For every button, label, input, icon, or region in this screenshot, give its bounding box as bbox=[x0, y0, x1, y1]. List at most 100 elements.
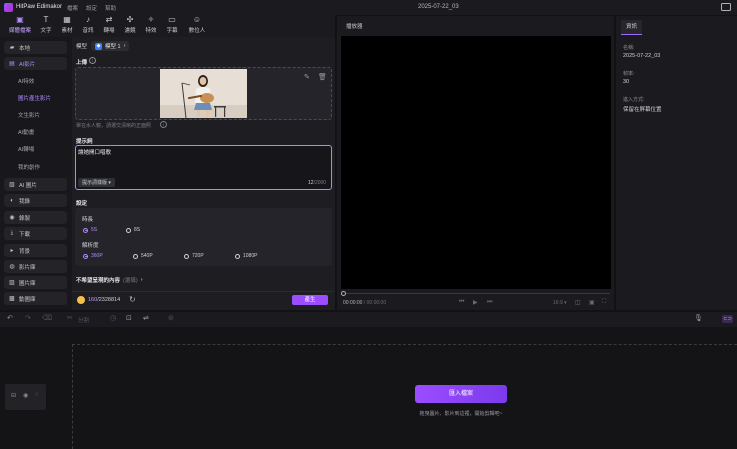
audio-icon: ♪ bbox=[86, 15, 90, 24]
player-title: 播放器 bbox=[346, 24, 363, 30]
resolution-label: 解析度 bbox=[82, 243, 99, 249]
gif-library-icon: ▩ bbox=[9, 296, 15, 302]
avatar-icon: ☺ bbox=[192, 15, 202, 24]
freeze-icon[interactable]: ◷ bbox=[110, 315, 116, 323]
player-screen[interactable] bbox=[341, 36, 611, 289]
play-icon[interactable]: ▶ bbox=[473, 299, 478, 306]
split-icon[interactable]: ✂ bbox=[67, 315, 73, 323]
track-visibility-icon[interactable]: ◉ bbox=[23, 392, 28, 399]
upload-label: 上傳 bbox=[76, 60, 88, 66]
sidebar-item-capture[interactable]: ◉ 錄製 bbox=[4, 211, 67, 224]
filter-icon: ✣ bbox=[126, 15, 134, 24]
info-icon[interactable]: i bbox=[89, 57, 96, 64]
main-toolbar: ▣ 媒體檔案 T 文字 ▦ 素材 ♪ 音訊 ⇄ 轉場 ✣ 濾鏡 ✧ 特效 ▭ 字… bbox=[0, 15, 335, 37]
duration-label: 時長 bbox=[82, 217, 94, 223]
sidebar-item-ai-image[interactable]: ▧ AI 圖片 bbox=[4, 178, 67, 191]
sidebar-sub-text-to-video[interactable]: 文生影片 bbox=[18, 111, 40, 119]
tab-subtitle[interactable]: ▭ 字幕 bbox=[160, 16, 184, 36]
sidebar-sub-my-creations[interactable]: 我的創作 bbox=[18, 163, 40, 171]
redo-icon[interactable]: ↷ bbox=[25, 315, 31, 323]
window-layout-icon[interactable] bbox=[721, 3, 731, 11]
help-icon[interactable]: i bbox=[160, 121, 167, 128]
resolution-360p-radio[interactable]: 360P bbox=[83, 253, 103, 259]
prev-frame-icon[interactable]: ⏮ bbox=[459, 299, 464, 306]
text-icon: T bbox=[43, 15, 49, 24]
track-mute-icon[interactable]: ◌ bbox=[35, 392, 39, 398]
timeline-dropzone[interactable] bbox=[72, 344, 737, 449]
adjust-icon[interactable]: ⇌ bbox=[143, 315, 149, 323]
app-logo-icon bbox=[4, 3, 13, 12]
menu-file[interactable]: 檔案 bbox=[67, 4, 78, 12]
info-name-value: 2025-07-22_03 bbox=[623, 53, 661, 59]
fullscreen-icon[interactable]: ⛶ bbox=[602, 299, 606, 306]
sidebar-sub-image-to-video[interactable]: 圖片產生影片 bbox=[18, 94, 51, 102]
radio-icon bbox=[133, 253, 138, 259]
import-hint: 拖曳圖片、影片到這裡，開始剪輯吧~ bbox=[419, 411, 503, 417]
generate-button[interactable]: 產生 bbox=[292, 295, 328, 305]
info-fps-key: 幀率: bbox=[623, 71, 635, 77]
singer-photo bbox=[160, 69, 247, 118]
split-label[interactable]: 分割 bbox=[78, 316, 89, 324]
tab-media[interactable]: ▣ 媒體檔案 bbox=[6, 16, 34, 36]
chevron-down-icon: ▾ bbox=[108, 180, 111, 186]
edit-icon[interactable]: ✎ bbox=[304, 73, 310, 81]
snapshot-icon[interactable]: ◫ bbox=[575, 299, 581, 306]
import-files-button[interactable]: 匯入檔案 bbox=[415, 385, 507, 403]
resolution-540p-radio[interactable]: 540P bbox=[133, 253, 153, 259]
prompt-template-dropdown[interactable]: 提示詞樣版 ▾ bbox=[78, 178, 115, 187]
credits-coin-icon bbox=[77, 296, 85, 304]
sidebar-item-ai-video[interactable]: ▤ AI影片 bbox=[4, 57, 67, 70]
prompt-label: 提示詞 bbox=[76, 139, 93, 145]
sidebar-item-video-library[interactable]: ◍ 影片庫 bbox=[4, 260, 67, 273]
chevron-right-icon: › bbox=[140, 277, 143, 283]
resolution-720p-radio[interactable]: 720P bbox=[184, 253, 204, 259]
sidebar-item-download[interactable]: ⤓ 下載 bbox=[4, 227, 67, 240]
aspect-ratio-dropdown[interactable]: 16:9 ▾ bbox=[553, 300, 567, 306]
sidebar: ▰ 本地 ▤ AI影片 AI特效 圖片產生影片 文生影片 AI動畫 AI轉場 我… bbox=[0, 37, 72, 310]
negative-prompt-toggle[interactable]: 不希望呈現的內容 (選填) › bbox=[76, 276, 143, 284]
sidebar-item-gif-library[interactable]: ▩ 動圖庫 bbox=[4, 292, 67, 305]
sidebar-item-local[interactable]: ▰ 本地 bbox=[4, 41, 67, 54]
player-scrubber[interactable] bbox=[344, 293, 610, 294]
trash-icon[interactable]: ⌫ bbox=[42, 315, 52, 323]
app-name: HitPaw Edimakor bbox=[16, 4, 63, 10]
menu-settings[interactable]: 設定 bbox=[86, 4, 97, 12]
sidebar-sub-ai-effects[interactable]: AI特效 bbox=[18, 77, 34, 85]
sidebar-item-background[interactable]: ▸ 背景 bbox=[4, 244, 67, 257]
sidebar-sub-ai-animation[interactable]: AI動畫 bbox=[18, 128, 34, 136]
link-icon[interactable]: ⊂⊃ bbox=[722, 315, 733, 323]
prompt-text: 讓她開口唱歌 bbox=[78, 150, 112, 156]
model-selector[interactable]: ◆ 模型 1 › bbox=[91, 41, 130, 51]
undo-icon[interactable]: ↶ bbox=[7, 315, 13, 323]
project-name: 2025-07-22_03 bbox=[418, 4, 459, 10]
menu-bar: 檔案 設定 幫助 bbox=[67, 4, 116, 12]
sidebar-item-record[interactable]: ◐ 我錄 bbox=[4, 194, 67, 207]
delete-icon[interactable]: 🗑 bbox=[318, 73, 327, 81]
model-label: 模型 bbox=[76, 44, 88, 50]
sidebar-item-image-library[interactable]: ▨ 圖片庫 bbox=[4, 276, 67, 289]
playhead-handle[interactable] bbox=[341, 291, 346, 296]
microphone-icon[interactable]: 🎙 bbox=[694, 315, 703, 323]
tab-avatar[interactable]: ☺ 數位人 bbox=[183, 16, 211, 36]
track-controls: ⊟ ◉ ◌ bbox=[5, 384, 46, 410]
duration-5s-radio[interactable]: 5S bbox=[83, 227, 97, 233]
duration-8s-radio[interactable]: 8S bbox=[126, 227, 140, 233]
credits-balance: 160/2328814 bbox=[88, 297, 121, 303]
settings-label: 設定 bbox=[76, 201, 88, 207]
title-bar: HitPaw Edimakor 檔案 設定 幫助 2025-07-22_03 bbox=[0, 0, 737, 15]
track-lock-icon[interactable]: ⊟ bbox=[11, 392, 16, 399]
transition-icon: ⇄ bbox=[105, 15, 113, 24]
sidebar-sub-ai-transition[interactable]: AI轉場 bbox=[18, 145, 34, 153]
tab-info[interactable]: 資訊 bbox=[621, 20, 642, 35]
record-icon: ◐ bbox=[10, 197, 14, 204]
text-insert-icon[interactable]: ⊡ bbox=[126, 315, 132, 323]
resolution-1080p-radio[interactable]: 1080P bbox=[235, 253, 257, 259]
info-name-key: 名稱: bbox=[623, 45, 635, 51]
crop-icon[interactable]: ▣ bbox=[589, 299, 595, 306]
menu-help[interactable]: 幫助 bbox=[105, 4, 116, 12]
speed-icon[interactable]: ⊘ bbox=[168, 315, 174, 323]
next-frame-icon[interactable]: ⏭ bbox=[487, 299, 492, 306]
uploaded-image-thumbnail bbox=[160, 69, 247, 118]
radio-icon bbox=[184, 253, 189, 259]
refresh-icon[interactable]: ↻ bbox=[129, 295, 136, 304]
